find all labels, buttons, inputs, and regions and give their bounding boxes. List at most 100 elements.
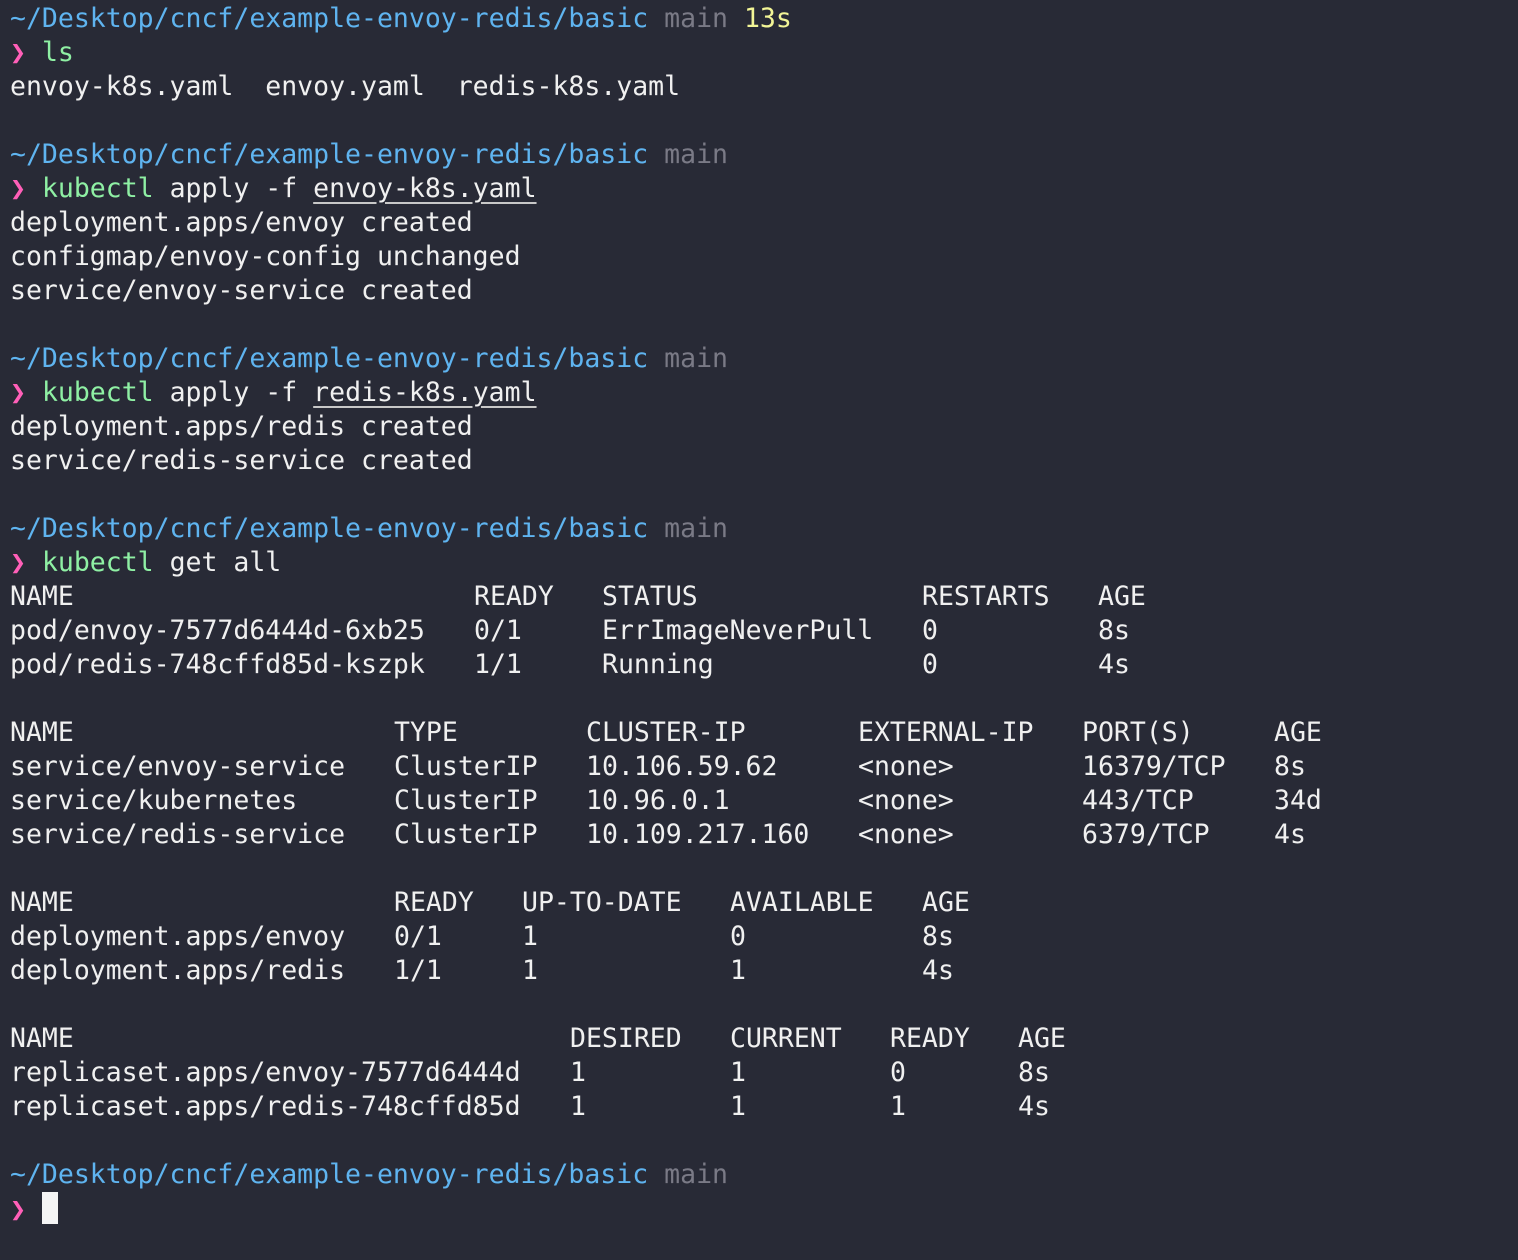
table-cell: replicaset.apps/redis-748cffd85d	[10, 1091, 521, 1122]
file-argument[interactable]: envoy-k8s.yaml	[313, 173, 536, 204]
table-cell: 10.106.59.62	[586, 751, 778, 782]
table-cell: ClusterIP	[394, 785, 538, 816]
column-header: READY	[474, 581, 554, 612]
prompt-path: ~/Desktop/cncf/example-envoy-redis/basic	[10, 1159, 649, 1190]
text-cursor[interactable]	[41, 1192, 58, 1224]
prompt-symbol: ❯	[10, 173, 26, 204]
command-duration: 13s	[743, 3, 792, 34]
prompt-path: ~/Desktop/cncf/example-envoy-redis/basic	[10, 3, 649, 34]
prompt-symbol: ❯	[10, 547, 26, 578]
file-argument[interactable]: redis-k8s.yaml	[313, 377, 536, 408]
table-cell: 6379/TCP	[1082, 819, 1210, 850]
command-line: ❯ kubectl get all	[10, 546, 1518, 580]
table-cell: 0	[922, 649, 938, 680]
table-cell: service/envoy-service	[10, 751, 346, 782]
column-header: RESTARTS	[922, 581, 1050, 612]
table-header: NAME TYPE CLUSTER-IP EXTERNAL-IP PORT(S) AGE	[10, 716, 1518, 750]
table-cell: 4s	[922, 955, 954, 986]
prompt-line: ~/Desktop/cncf/example-envoy-redis/basic…	[10, 512, 1518, 546]
command-line: ❯ kubectl apply -f redis-k8s.yaml	[10, 376, 1518, 410]
git-branch: main	[664, 3, 728, 34]
table-cell: 34d	[1274, 785, 1322, 816]
output-line: envoy-k8s.yaml envoy.yaml redis-k8s.yaml	[10, 71, 681, 102]
table-row: service/envoy-service ClusterIP 10.106.59.…	[10, 750, 1518, 784]
table-row: pod/envoy-7577d6444d-6xb25 0/1 ErrImageNev…	[10, 614, 1518, 648]
table-row: service/redis-service ClusterIP 10.109.217…	[10, 818, 1518, 852]
table-row: replicaset.apps/redis-748cffd85d 1 1 1 4s	[10, 1090, 1518, 1124]
terminal-window[interactable]: ~/Desktop/cncf/example-envoy-redis/basic…	[10, 2, 1518, 1226]
column-header: AGE	[1274, 717, 1322, 748]
column-header: TYPE	[394, 717, 458, 748]
table-cell: 443/TCP	[1082, 785, 1194, 816]
table-cell: 0	[922, 615, 938, 646]
table-header: NAME READY STATUS RESTARTS AGE	[10, 580, 1518, 614]
table-cell: 4s	[1098, 649, 1130, 680]
command-name: ls	[41, 37, 74, 68]
table-cell: ErrImageNeverPull	[602, 615, 874, 646]
table-cell: <none>	[858, 785, 954, 816]
command-name: kubectl	[41, 377, 154, 408]
table-cell: 10.109.217.160	[586, 819, 810, 850]
prompt-path: ~/Desktop/cncf/example-envoy-redis/basic	[10, 343, 649, 374]
table-cell: service/kubernetes	[10, 785, 298, 816]
table-cell: ClusterIP	[394, 819, 538, 850]
column-header: CLUSTER-IP	[586, 717, 746, 748]
command-args: apply -f	[153, 173, 314, 204]
table-cell: 1	[730, 955, 746, 986]
prompt-path: ~/Desktop/cncf/example-envoy-redis/basic	[10, 139, 649, 170]
table-cell: 8s	[922, 921, 954, 952]
git-branch: main	[664, 139, 728, 170]
table-cell: 0	[890, 1057, 906, 1088]
table-cell: 4s	[1274, 819, 1306, 850]
table-cell: deployment.apps/redis	[10, 955, 346, 986]
table-cell: 1	[522, 955, 538, 986]
table-cell: 8s	[1274, 751, 1306, 782]
column-header: AGE	[922, 887, 970, 918]
table-cell: 16379/TCP	[1082, 751, 1226, 782]
prompt-symbol: ❯	[10, 1194, 26, 1225]
table-row: pod/redis-748cffd85d-kszpk 1/1 Running 0 4s	[10, 648, 1518, 682]
column-header: NAME	[10, 717, 74, 748]
table-cell: 1	[522, 921, 538, 952]
command-name: kubectl	[41, 173, 154, 204]
command-input-line[interactable]: ❯	[10, 1192, 1518, 1226]
prompt-line: ~/Desktop/cncf/example-envoy-redis/basic…	[10, 2, 1518, 36]
output-line: deployment.apps/redis created	[10, 411, 473, 442]
output-line: service/envoy-service created	[10, 275, 473, 306]
table-cell: Running	[602, 649, 714, 680]
column-header: UP-TO-DATE	[522, 887, 682, 918]
table-cell: 1	[570, 1091, 586, 1122]
table-cell: 0/1	[474, 615, 522, 646]
table-row: service/kubernetes ClusterIP 10.96.0.1 <non…	[10, 784, 1518, 818]
table-header: NAME DESIRED CURRENT READY AGE	[10, 1022, 1518, 1056]
column-header: STATUS	[602, 581, 698, 612]
column-header: NAME	[10, 581, 74, 612]
table-cell: pod/envoy-7577d6444d-6xb25	[10, 615, 425, 646]
table-cell: <none>	[858, 819, 954, 850]
table-row: replicaset.apps/envoy-7577d6444d 1 1 0 8s	[10, 1056, 1518, 1090]
command-args: apply -f	[153, 377, 314, 408]
column-header: CURRENT	[730, 1023, 842, 1054]
column-header: EXTERNAL-IP	[858, 717, 1034, 748]
column-header: READY	[394, 887, 474, 918]
table-cell: 8s	[1018, 1057, 1050, 1088]
column-header: AGE	[1098, 581, 1146, 612]
prompt-line: ~/Desktop/cncf/example-envoy-redis/basic…	[10, 342, 1518, 376]
table-cell: replicaset.apps/envoy-7577d6444d	[10, 1057, 521, 1088]
table-cell: 0	[730, 921, 746, 952]
table-cell: 0/1	[394, 921, 442, 952]
table-header: NAME READY UP-TO-DATE AVAILABLE AGE	[10, 886, 1518, 920]
command-args: get all	[153, 547, 282, 578]
table-cell: 1	[730, 1057, 746, 1088]
table-cell: 4s	[1018, 1091, 1050, 1122]
git-branch: main	[664, 1159, 728, 1190]
output-line: service/redis-service created	[10, 445, 473, 476]
git-branch: main	[664, 513, 728, 544]
command-name: kubectl	[41, 547, 154, 578]
prompt-symbol: ❯	[10, 377, 26, 408]
